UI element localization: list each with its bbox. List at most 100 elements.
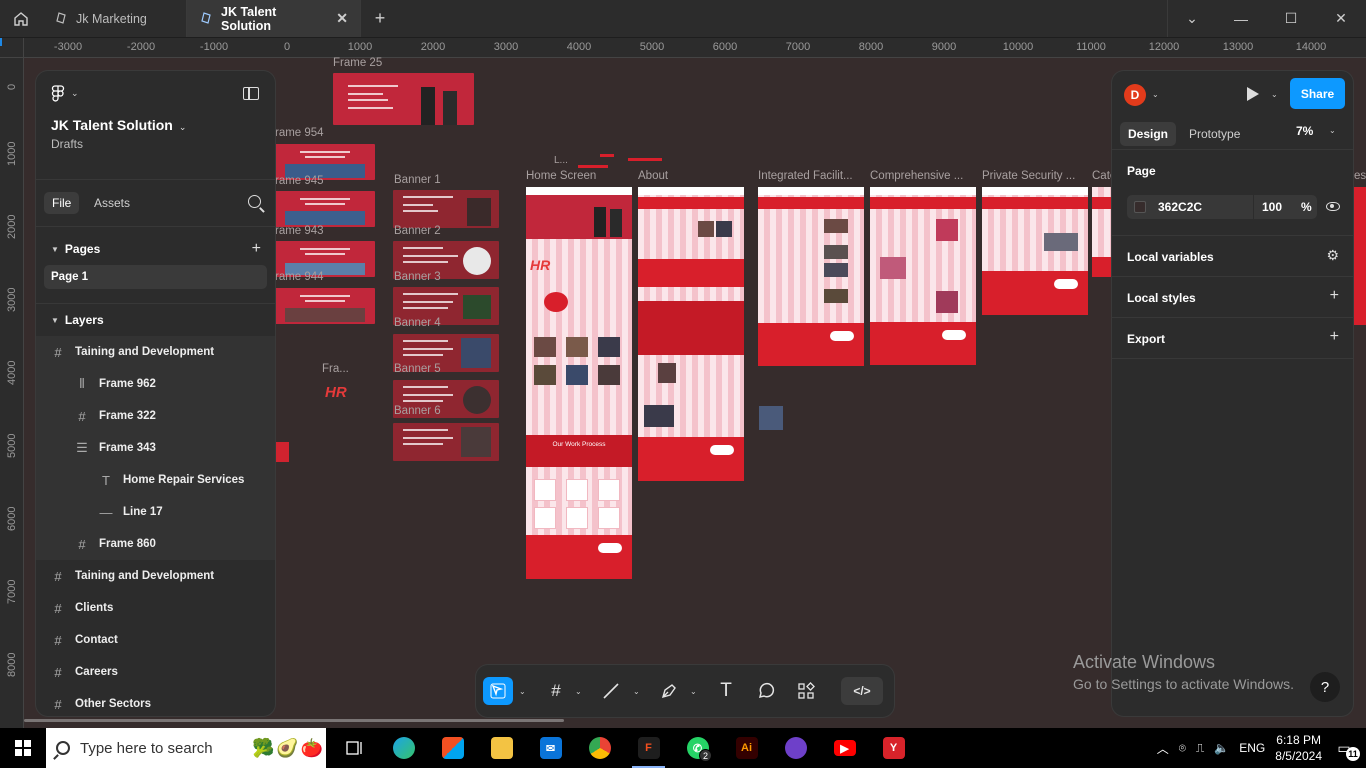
comprehensive-frame[interactable] bbox=[870, 187, 976, 365]
layer-item[interactable]: # Clients bbox=[36, 592, 275, 624]
color-swatch[interactable] bbox=[1134, 201, 1146, 213]
frame-label[interactable]: Integrated Facilit... bbox=[758, 170, 853, 182]
image-thumbnail[interactable] bbox=[759, 406, 783, 430]
network-icon[interactable]: ⎍ bbox=[1196, 741, 1204, 756]
frame-label[interactable]: Banner 6 bbox=[394, 405, 441, 417]
home-icon[interactable] bbox=[0, 0, 42, 37]
line-tool-icon[interactable] bbox=[598, 677, 624, 705]
chevron-down-icon[interactable]: ⌄ bbox=[1271, 90, 1278, 99]
project-title[interactable]: JK Talent Solution ⌄ bbox=[51, 117, 186, 133]
frame-label[interactable]: About bbox=[638, 170, 668, 182]
youtube-icon[interactable]: ▶ bbox=[820, 728, 869, 768]
category-frame[interactable] bbox=[1092, 187, 1112, 277]
export-label[interactable]: Export bbox=[1127, 332, 1165, 346]
frame-label[interactable]: Banner 1 bbox=[394, 174, 441, 186]
frame-label[interactable]: Fra... bbox=[322, 363, 349, 375]
layer-item[interactable]: # Frame 322 bbox=[36, 400, 275, 432]
language-indicator[interactable]: ENG bbox=[1239, 741, 1265, 755]
layer-item[interactable]: # Taining and Development bbox=[36, 336, 275, 368]
frame-label[interactable]: Banner 2 bbox=[394, 225, 441, 237]
dev-mode-toggle[interactable]: </> bbox=[841, 677, 883, 705]
private-security-frame[interactable] bbox=[982, 187, 1088, 315]
eye-icon[interactable] bbox=[1326, 202, 1340, 211]
chevron-down-icon[interactable]: ▼ bbox=[51, 245, 59, 254]
edge-icon[interactable] bbox=[379, 728, 428, 768]
file-explorer-icon[interactable] bbox=[477, 728, 526, 768]
variables-icon[interactable]: ⚙ bbox=[1326, 247, 1339, 264]
task-view-icon[interactable] bbox=[330, 728, 379, 768]
frame-label[interactable]: Banner 4 bbox=[394, 317, 441, 329]
color-hex-input[interactable]: 362C2C bbox=[1158, 200, 1253, 214]
frame-label[interactable]: es bbox=[1354, 170, 1366, 182]
tab-design[interactable]: Design bbox=[1120, 122, 1177, 146]
chevron-down-icon[interactable]: ⌄ bbox=[519, 687, 526, 696]
chevron-down-icon[interactable]: ⌄ bbox=[575, 687, 582, 696]
chevron-down-icon[interactable]: ⌄ bbox=[1329, 126, 1336, 135]
pages-section-header[interactable]: ▼ Pages + bbox=[36, 233, 275, 265]
chevron-down-icon[interactable]: ▼ bbox=[51, 316, 59, 325]
layer-item[interactable]: T Home Repair Services bbox=[36, 464, 275, 496]
about-frame[interactable] bbox=[638, 187, 744, 481]
banner-1[interactable] bbox=[393, 190, 499, 228]
chrome-icon[interactable] bbox=[575, 728, 624, 768]
chevron-down-icon[interactable]: ⌄ bbox=[1168, 0, 1216, 37]
share-button[interactable]: Share bbox=[1290, 78, 1345, 109]
frame-label[interactable]: rame 954 bbox=[275, 127, 324, 139]
frame-label[interactable]: rame 943 bbox=[275, 225, 324, 237]
store-icon[interactable] bbox=[428, 728, 477, 768]
layer-item[interactable]: # Taining and Development bbox=[36, 560, 275, 592]
layer-item[interactable]: # Other Sectors bbox=[36, 688, 275, 716]
clock[interactable]: 6:18 PM 8/5/2024 bbox=[1275, 732, 1322, 764]
frame-label[interactable]: Private Security ... bbox=[982, 170, 1075, 182]
page-item-page-1[interactable]: Page 1 bbox=[44, 265, 267, 289]
chevron-down-icon[interactable]: ⌄ bbox=[71, 88, 79, 99]
layer-item[interactable]: # Frame 860 bbox=[36, 528, 275, 560]
pen-tool-icon[interactable] bbox=[656, 677, 682, 705]
github-icon[interactable] bbox=[771, 728, 820, 768]
partial-frame-right[interactable] bbox=[1353, 187, 1366, 325]
local-styles-label[interactable]: Local styles bbox=[1127, 291, 1196, 305]
volume-icon[interactable]: 🔈 bbox=[1214, 741, 1229, 755]
annotation-mark[interactable] bbox=[600, 154, 614, 157]
page-color-field[interactable]: 362C2C 100 % bbox=[1127, 195, 1317, 219]
annotation-mark[interactable] bbox=[578, 165, 608, 168]
text-tool-icon[interactable]: T bbox=[713, 677, 739, 705]
meet-icon[interactable]: ⌾ bbox=[1179, 741, 1186, 756]
frame-label[interactable]: Banner 5 bbox=[394, 363, 441, 375]
add-tab-icon[interactable]: + bbox=[361, 0, 399, 37]
illustrator-icon[interactable]: Ai bbox=[722, 728, 771, 768]
tab-assets[interactable]: Assets bbox=[86, 192, 138, 214]
annotation-mark[interactable] bbox=[628, 158, 662, 161]
local-variables-label[interactable]: Local variables bbox=[1127, 250, 1214, 264]
add-page-icon[interactable]: + bbox=[252, 240, 261, 258]
start-button[interactable] bbox=[0, 728, 46, 768]
add-style-icon[interactable]: + bbox=[1330, 287, 1339, 305]
layers-section-header[interactable]: ▼ Layers bbox=[36, 304, 275, 336]
frame-label[interactable]: rame 944 bbox=[275, 271, 324, 283]
avatar[interactable]: D bbox=[1124, 84, 1146, 106]
tab-jk-marketing[interactable]: Jk Marketing bbox=[42, 0, 187, 37]
layer-item[interactable]: # Careers bbox=[36, 656, 275, 688]
notification-icon[interactable]: ▭ 11 bbox=[1332, 737, 1360, 761]
frame-tool-icon[interactable]: # bbox=[544, 677, 568, 705]
tab-file[interactable]: File bbox=[44, 192, 80, 214]
frame-label[interactable]: Banner 3 bbox=[394, 271, 441, 283]
frame-944[interactable] bbox=[275, 288, 375, 324]
layer-item[interactable]: — Line 17 bbox=[36, 496, 275, 528]
chevron-up-icon[interactable]: ︿ bbox=[1157, 740, 1169, 757]
maximize-icon[interactable]: ☐ bbox=[1266, 0, 1316, 37]
layer-item[interactable]: # Contact bbox=[36, 624, 275, 656]
mail-icon[interactable]: ✉ bbox=[526, 728, 575, 768]
frame-label[interactable]: Home Screen bbox=[526, 170, 596, 182]
tab-prototype[interactable]: Prototype bbox=[1181, 122, 1248, 146]
search-icon[interactable] bbox=[248, 195, 261, 208]
chevron-down-icon[interactable]: ⌄ bbox=[633, 687, 640, 696]
frame-945[interactable] bbox=[275, 191, 375, 227]
opacity-input[interactable]: 100 bbox=[1253, 195, 1301, 219]
sidebar-toggle-icon[interactable] bbox=[243, 87, 259, 100]
frame-label[interactable]: rame 945 bbox=[275, 175, 324, 187]
frame-25[interactable] bbox=[333, 73, 474, 125]
horizontal-scrollbar[interactable] bbox=[24, 719, 564, 722]
comment-tool-icon[interactable] bbox=[753, 677, 779, 705]
frame-label[interactable]: L... bbox=[554, 155, 568, 166]
